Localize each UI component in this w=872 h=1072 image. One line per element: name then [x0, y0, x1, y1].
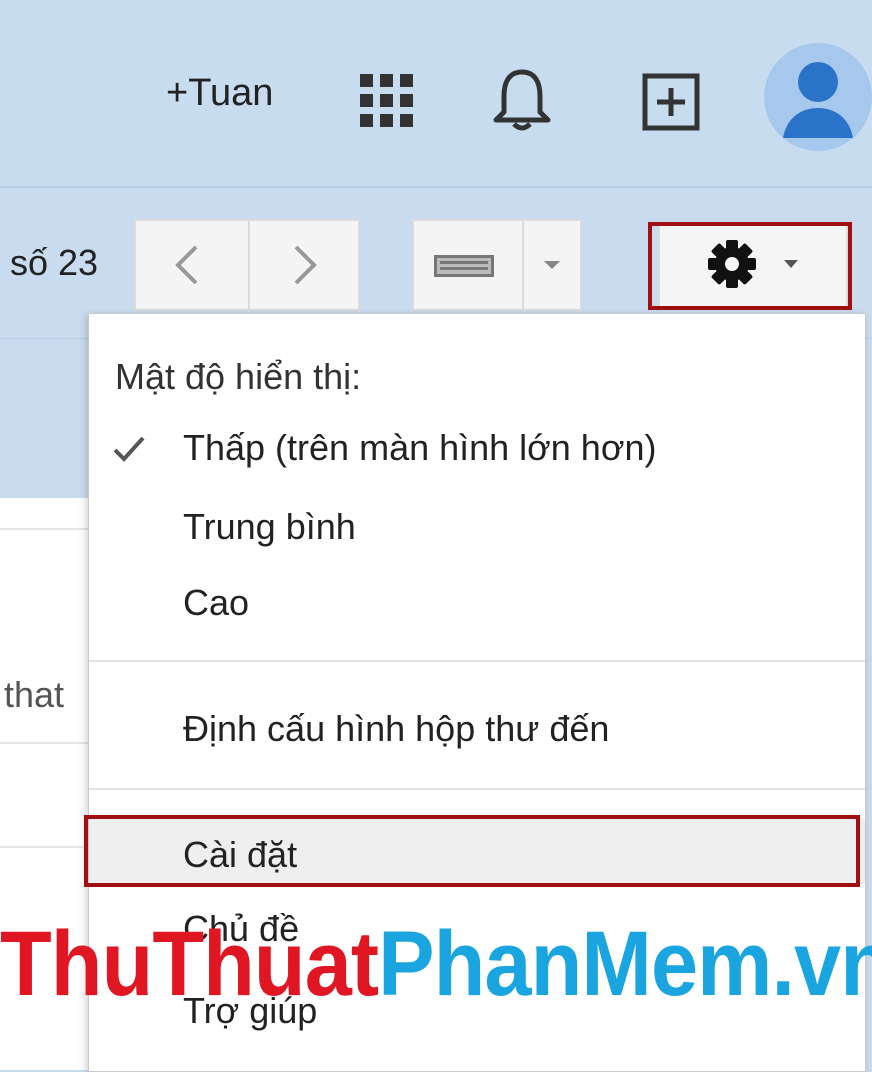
density-option-medium[interactable]: Trung bình — [183, 506, 356, 548]
input-tools-button[interactable] — [412, 219, 524, 311]
density-section-title: Mật độ hiển thị: — [115, 356, 362, 397]
top-header — [0, 0, 872, 188]
menu-divider — [89, 788, 865, 790]
chevron-down-icon — [544, 261, 560, 269]
mail-snippet[interactable]: that — [4, 674, 64, 716]
bell-icon[interactable] — [492, 66, 552, 137]
row-divider — [0, 742, 100, 744]
watermark-logo: ThuThuatPhanMem.vn — [0, 912, 872, 1017]
chevron-right-icon — [294, 245, 317, 285]
newer-button[interactable] — [134, 219, 250, 311]
check-icon — [111, 434, 147, 469]
density-option-high[interactable]: Cao — [183, 582, 249, 624]
menu-divider — [89, 660, 865, 662]
message-count: số 23 — [10, 242, 99, 283]
input-tools-dropdown[interactable] — [522, 219, 582, 311]
share-icon[interactable] — [641, 72, 703, 139]
user-profile-link[interactable]: +Tuan — [166, 72, 273, 115]
older-button[interactable] — [248, 219, 360, 311]
configure-inbox-item[interactable]: Định cấu hình hộp thư đến — [183, 708, 609, 750]
row-divider — [0, 528, 100, 530]
avatar[interactable] — [763, 42, 872, 157]
watermark-part-blue: PhanMem.vn — [378, 913, 872, 1015]
apps-grid-icon[interactable] — [360, 74, 414, 133]
density-option-low[interactable]: Thấp (trên màn hình lớn hơn) — [183, 427, 656, 469]
gear-highlight-box — [648, 222, 852, 310]
watermark-part-red: ThuThuat — [0, 913, 379, 1015]
settings-highlight-box — [84, 815, 860, 887]
keyboard-icon — [434, 255, 494, 277]
chevron-left-icon — [175, 245, 198, 285]
